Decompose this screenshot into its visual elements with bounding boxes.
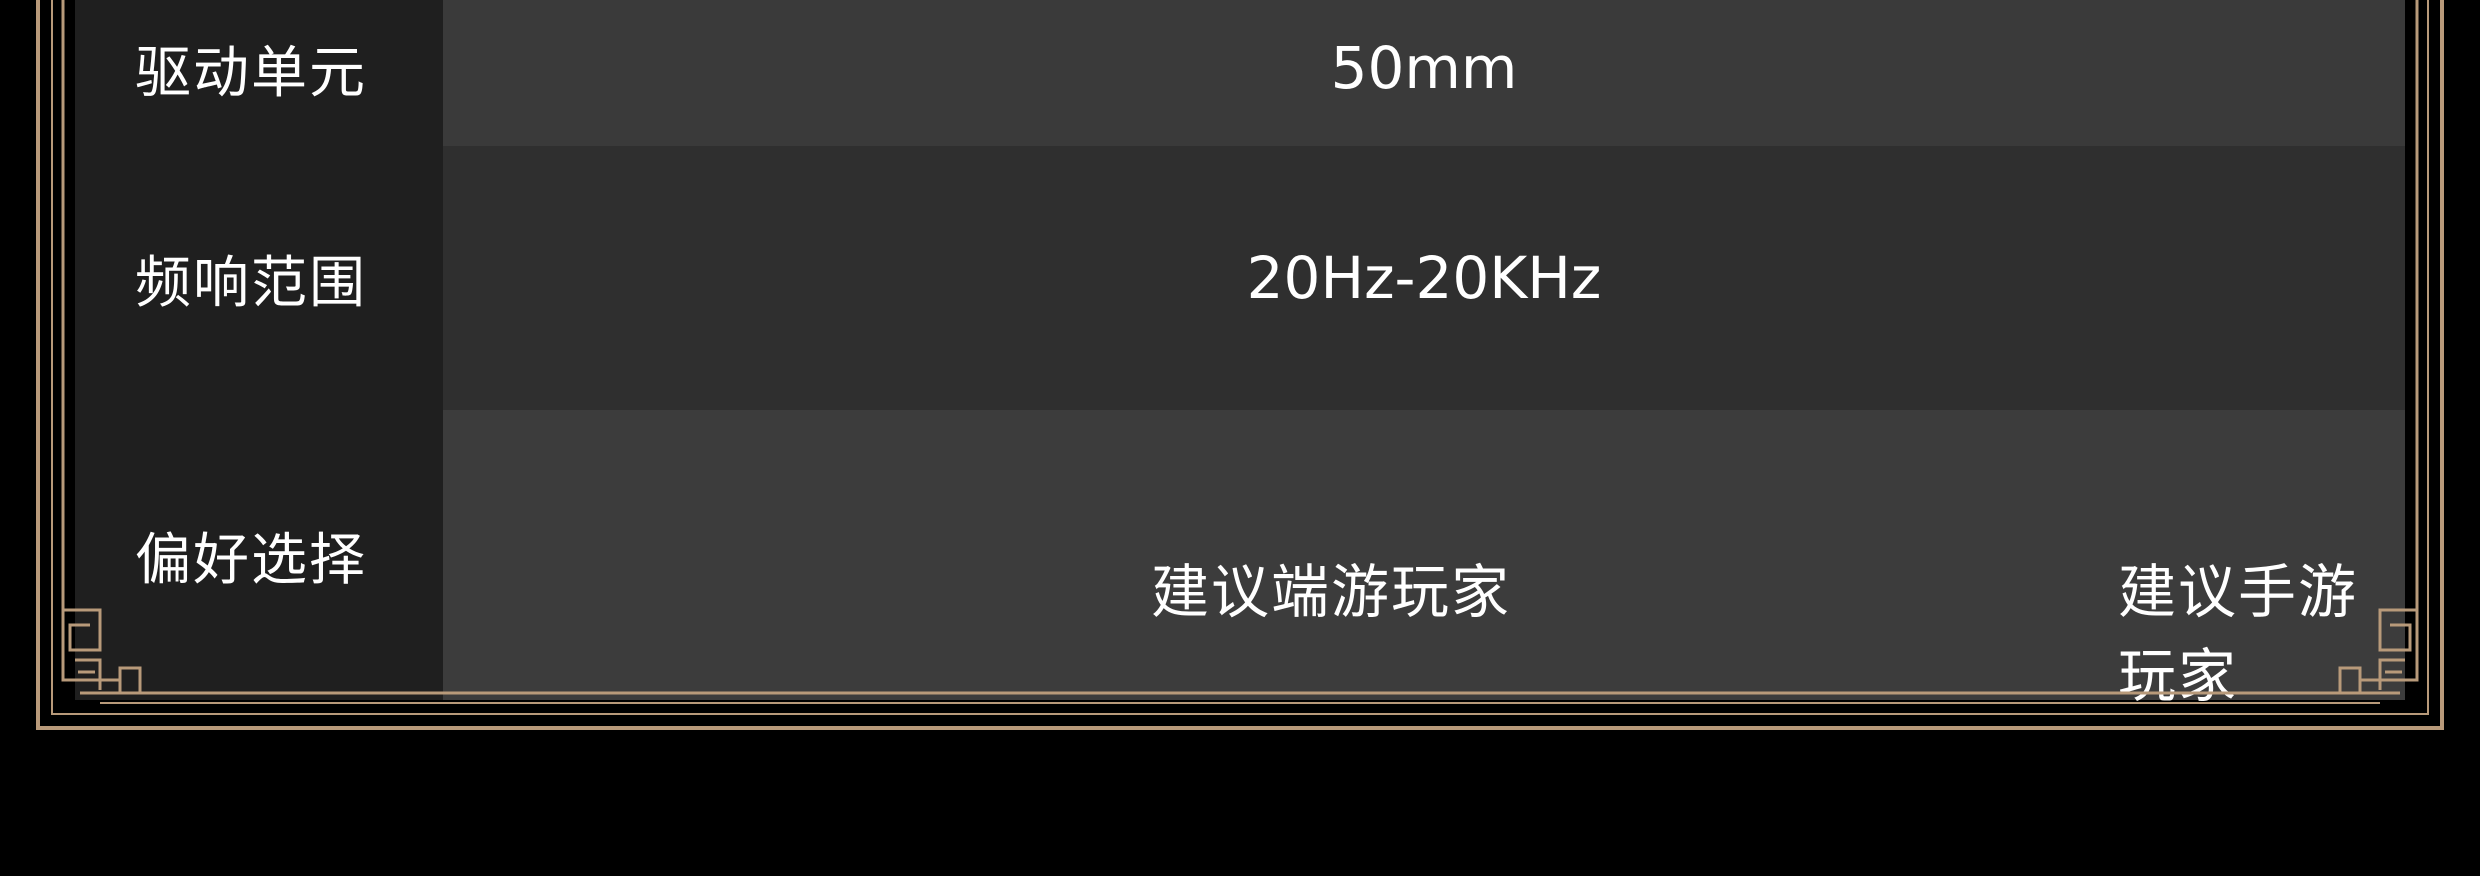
frame-border-icon bbox=[36, 0, 2444, 730]
decorative-frame bbox=[0, 0, 2480, 876]
